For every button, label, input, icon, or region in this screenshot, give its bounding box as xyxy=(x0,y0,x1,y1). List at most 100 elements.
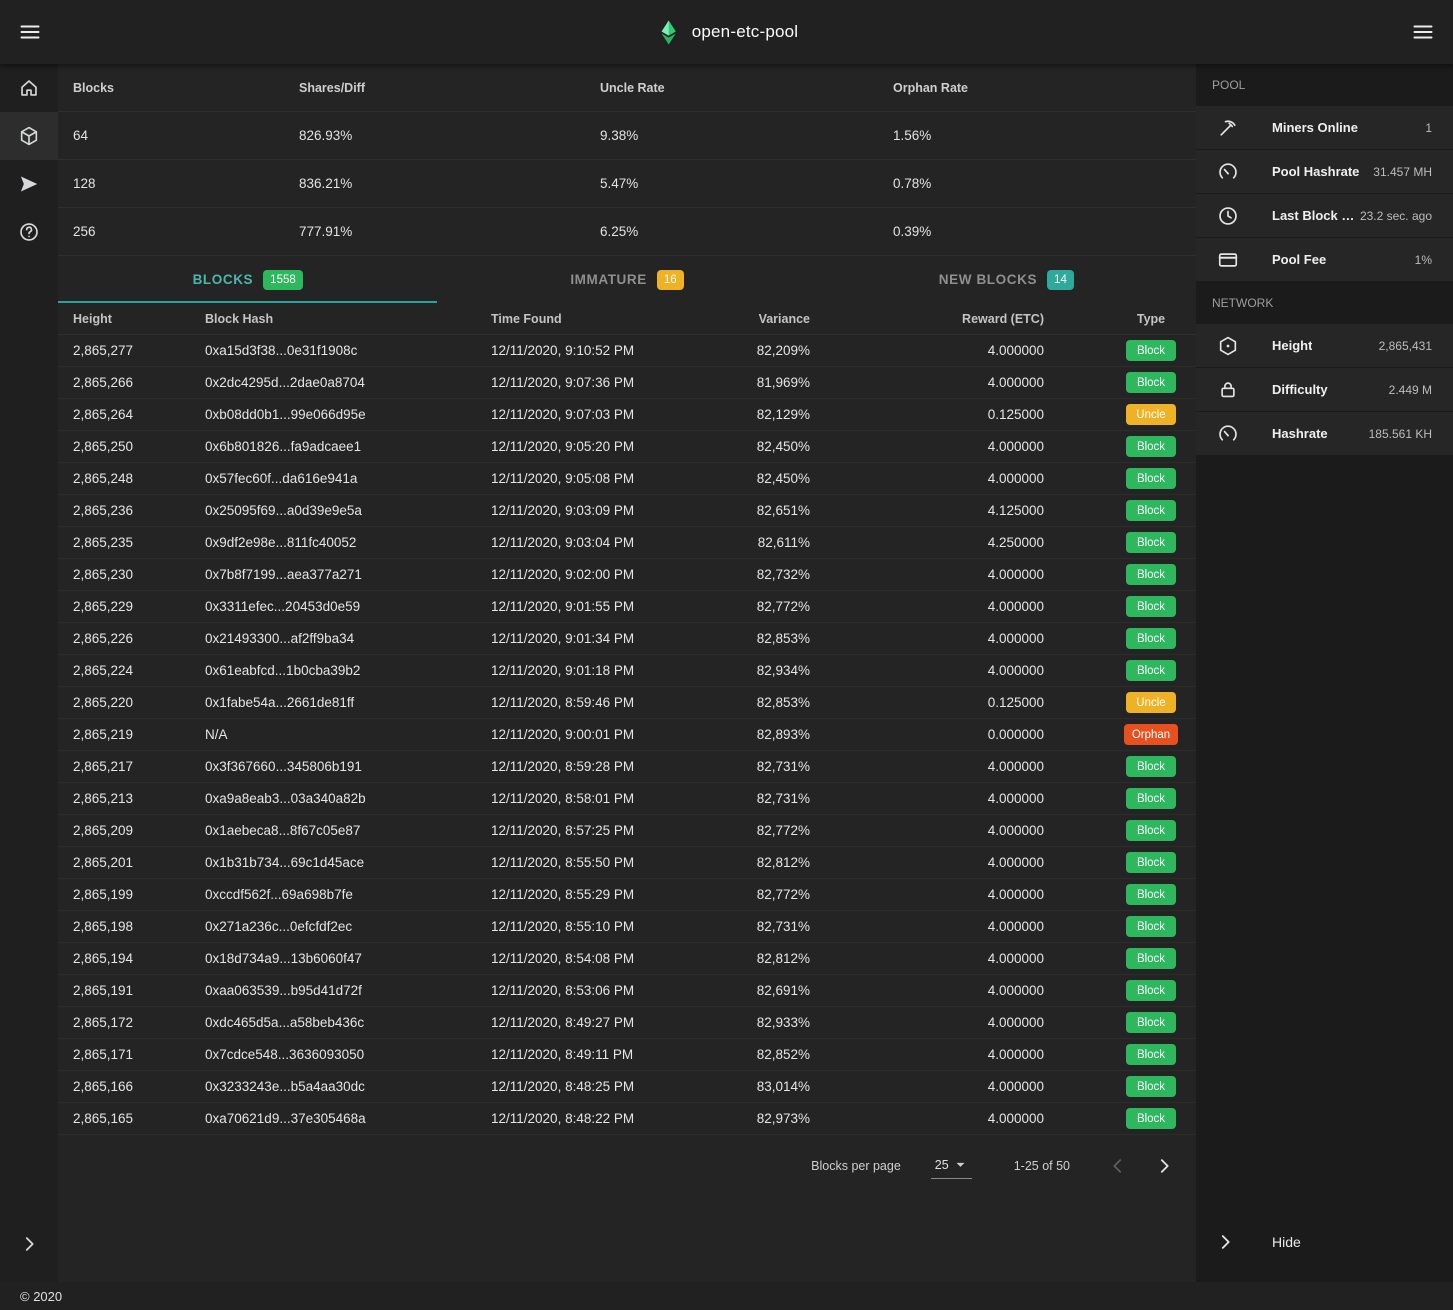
type-badge: Block xyxy=(1126,340,1176,361)
type-badge: Block xyxy=(1126,468,1176,489)
stats-body: 64826.93%9.38%1.56%128836.21%5.47%0.78%2… xyxy=(58,112,1196,256)
cell-time-found: 12/11/2020, 9:03:09 PM xyxy=(491,503,691,518)
brand: open-etc-pool xyxy=(655,0,799,64)
tab-badge: 1558 xyxy=(263,270,303,290)
table-row: 2,865,2660x2dc4295d...2dae0a870412/11/20… xyxy=(58,367,1196,399)
cell-height: 2,865,198 xyxy=(58,919,205,934)
type-badge: Block xyxy=(1126,564,1176,585)
cell-reward: 4.000000 xyxy=(810,759,1044,774)
table-row: 2,865,1980x271a236c...0efcfdf2ec12/11/20… xyxy=(58,911,1196,943)
cell-reward: 4.000000 xyxy=(810,855,1044,870)
nav-item-help[interactable] xyxy=(0,208,58,256)
cell-reward: 4.000000 xyxy=(810,983,1044,998)
type-badge: Block xyxy=(1126,1044,1176,1065)
menu-icon-right[interactable] xyxy=(1401,10,1445,54)
cell-type: Block xyxy=(1044,820,1196,841)
layout: Blocks Shares/Diff Uncle Rate Orphan Rat… xyxy=(0,64,1453,1282)
cell-variance: 82,852% xyxy=(691,1047,810,1062)
cell-height: 2,865,224 xyxy=(58,663,205,678)
table-row: 2,865,2770xa15d3f38...0e31f1908c12/11/20… xyxy=(58,335,1196,367)
cell-type: Block xyxy=(1044,660,1196,681)
table-row: 2,865,2300x7b8f7199...aea377a27112/11/20… xyxy=(58,559,1196,591)
per-page-select[interactable]: 25 xyxy=(931,1153,972,1179)
cell-height: 2,865,191 xyxy=(58,983,205,998)
cell-reward: 4.000000 xyxy=(810,1015,1044,1030)
cell-variance: 82,973% xyxy=(691,1111,810,1126)
pagination: Blocks per page 25 1-25 of 50 xyxy=(58,1142,1196,1190)
cell-reward: 4.000000 xyxy=(810,439,1044,454)
cell-reward: 0.000000 xyxy=(810,727,1044,742)
nav-item-home[interactable] xyxy=(0,64,58,112)
table-row: 2,865,1910xaa063539...b95d41d72f12/11/20… xyxy=(58,975,1196,1007)
table-row: 2,865,2640xb08dd0b1...99e066d95e12/11/20… xyxy=(58,399,1196,431)
cell-type: Block xyxy=(1044,500,1196,521)
type-badge: Block xyxy=(1126,980,1176,1001)
cell-time-found: 12/11/2020, 8:48:22 PM xyxy=(491,1111,691,1126)
cell-time-found: 12/11/2020, 9:03:04 PM xyxy=(491,535,691,550)
cell-block-hash: 0x25095f69...a0d39e9e5a xyxy=(205,503,491,518)
cell-reward: 4.000000 xyxy=(810,567,1044,582)
cell-height: 2,865,266 xyxy=(58,375,205,390)
type-badge: Uncle xyxy=(1126,692,1176,713)
side-item-height: Height 2,865,431 xyxy=(1196,324,1453,368)
cell-variance: 82,772% xyxy=(691,599,810,614)
side-item-label: Height xyxy=(1272,338,1312,353)
cell-height: 2,865,199 xyxy=(58,887,205,902)
nav-item-blocks[interactable] xyxy=(0,112,58,160)
side-item-difficulty: Difficulty2.449 M xyxy=(1196,368,1453,412)
hide-sidebar-button[interactable]: Hide xyxy=(1196,1220,1453,1264)
cell-type: Block xyxy=(1044,596,1196,617)
cell-time-found: 12/11/2020, 8:53:06 PM xyxy=(491,983,691,998)
type-badge: Block xyxy=(1126,436,1176,457)
cell-height: 2,865,165 xyxy=(58,1111,205,1126)
cell-reward: 4.000000 xyxy=(810,951,1044,966)
cell-type: Block xyxy=(1044,1076,1196,1097)
menu-icon[interactable] xyxy=(8,10,52,54)
side-item-label: Pool Fee xyxy=(1272,252,1326,267)
cell-reward: 4.000000 xyxy=(810,1079,1044,1094)
cell-type: Block xyxy=(1044,884,1196,905)
prev-page-button[interactable] xyxy=(1100,1148,1136,1184)
cell-type: Block xyxy=(1044,436,1196,457)
cell-block-hash: N/A xyxy=(205,727,491,742)
stats-cell: 0.39% xyxy=(893,224,1196,239)
cell-reward: 4.000000 xyxy=(810,919,1044,934)
table-row: 2,865,1720xdc465d5a...a58beb436c12/11/20… xyxy=(58,1007,1196,1039)
col-header-block-hash: Block Hash xyxy=(205,312,491,326)
tab-blocks[interactable]: BLOCKS1558 xyxy=(58,256,437,303)
main-content: Blocks Shares/Diff Uncle Rate Orphan Rat… xyxy=(58,64,1196,1282)
table-row: 2,865,2500x6b801826...fa9adcaee112/11/20… xyxy=(58,431,1196,463)
tab-immature[interactable]: IMMATURE16 xyxy=(437,256,816,303)
table-row: 2,865,1990xccdf562f...69a698b7fe12/11/20… xyxy=(58,879,1196,911)
cell-type: Block xyxy=(1044,948,1196,969)
cell-type: Block xyxy=(1044,852,1196,873)
cell-block-hash: 0x7cdce548...3636093050 xyxy=(205,1047,491,1062)
cell-time-found: 12/11/2020, 9:05:08 PM xyxy=(491,471,691,486)
cell-time-found: 12/11/2020, 9:01:55 PM xyxy=(491,599,691,614)
cell-variance: 82,450% xyxy=(691,439,810,454)
cell-type: Orphan xyxy=(1044,724,1196,745)
cell-type: Block xyxy=(1044,372,1196,393)
cell-height: 2,865,236 xyxy=(58,503,205,518)
cell-time-found: 12/11/2020, 9:10:52 PM xyxy=(491,343,691,358)
table-row: 2,865,2360x25095f69...a0d39e9e5a12/11/20… xyxy=(58,495,1196,527)
stats-header-shares-diff: Shares/Diff xyxy=(299,81,600,95)
cell-block-hash: 0x3f367660...345806b191 xyxy=(205,759,491,774)
cell-block-hash: 0x57fec60f...da616e941a xyxy=(205,471,491,486)
cell-block-hash: 0x1fabe54a...2661de81ff xyxy=(205,695,491,710)
side-item-value: 2,865,431 xyxy=(1379,339,1432,353)
next-page-button[interactable] xyxy=(1146,1148,1182,1184)
stats-cell: 777.91% xyxy=(299,224,600,239)
nav-item-payments[interactable] xyxy=(0,160,58,208)
cell-variance: 82,731% xyxy=(691,791,810,806)
topbar: open-etc-pool xyxy=(0,0,1453,64)
expand-sidebar-button[interactable] xyxy=(0,1220,58,1268)
cell-height: 2,865,213 xyxy=(58,791,205,806)
col-header-time-found: Time Found xyxy=(491,312,691,326)
side-item-hashrate: Hashrate185.561 KH xyxy=(1196,412,1453,456)
pool-items: Miners Online1Pool Hashrate31.457 MHLast… xyxy=(1196,106,1453,282)
stats-cell: 64 xyxy=(58,128,299,143)
tab-new-blocks[interactable]: NEW BLOCKS14 xyxy=(817,256,1196,303)
cell-variance: 82,893% xyxy=(691,727,810,742)
table-row: 2,865,1940x18d734a9...13b6060f4712/11/20… xyxy=(58,943,1196,975)
